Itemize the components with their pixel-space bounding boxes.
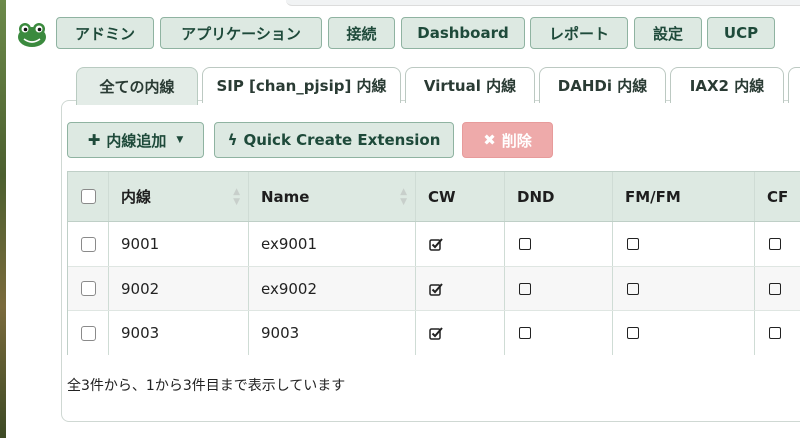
table-header-row: 内線 ▲ ▼ Name ▲ ▼ CW DND FM/FM CF xyxy=(68,172,800,222)
name-cell: 9003 xyxy=(249,311,416,355)
dnd-cell xyxy=(505,311,613,355)
tab-dahdi-extensions[interactable]: DAHDi 内線 xyxy=(539,67,666,103)
tab-virtual-extensions[interactable]: Virtual 内線 xyxy=(405,67,535,103)
nav-applications[interactable]: アプリケーション xyxy=(160,17,322,49)
empty-square-icon xyxy=(519,327,531,339)
empty-square-icon xyxy=(519,282,531,295)
name-cell: ex9002 xyxy=(249,267,416,310)
cw-cell xyxy=(416,222,505,266)
sort-icon: ▲ ▼ xyxy=(233,186,240,207)
frog-logo-icon[interactable] xyxy=(16,20,48,48)
header-extension[interactable]: 内線 ▲ ▼ xyxy=(109,172,249,221)
dnd-cell xyxy=(505,267,613,310)
cf-cell xyxy=(755,311,800,355)
fmfm-cell xyxy=(613,267,755,310)
extensions-table: 内線 ▲ ▼ Name ▲ ▼ CW DND FM/FM CF 9001 ex900… xyxy=(67,171,800,355)
table-info-text: 全3件から、1から3件目まで表示しています xyxy=(67,378,346,394)
add-extension-button[interactable]: ✚ 内線追加 ▼ xyxy=(67,122,204,158)
cw-cell xyxy=(416,267,505,310)
header-dnd[interactable]: DND xyxy=(505,172,613,221)
checked-square-icon xyxy=(429,327,443,340)
checked-square-icon xyxy=(429,282,443,296)
empty-square-icon xyxy=(769,282,781,295)
caret-down-icon: ▼ xyxy=(176,135,184,145)
table-row: 9001 ex9001 xyxy=(68,222,800,267)
checked-square-icon xyxy=(429,238,443,251)
browser-edge xyxy=(286,0,800,6)
nav-settings[interactable]: 設定 xyxy=(634,17,702,49)
fmfm-cell xyxy=(613,222,755,266)
empty-square-icon xyxy=(769,238,781,250)
tab-more[interactable] xyxy=(788,67,800,103)
add-extension-label: 内線追加 xyxy=(106,131,167,150)
header-fmfm-label: FM/FM xyxy=(625,187,681,206)
table-row: 9003 9003 xyxy=(68,311,800,355)
times-icon: ✖ xyxy=(483,131,496,149)
nav-reports[interactable]: レポート xyxy=(530,17,628,49)
nav-dashboard[interactable]: Dashboard xyxy=(401,17,525,49)
row-checkbox[interactable] xyxy=(80,236,96,252)
row-select-cell xyxy=(68,311,109,355)
extension-cell: 9001 xyxy=(109,222,249,266)
nav-connectivity[interactable]: 接続 xyxy=(328,17,395,49)
header-cw-label: CW xyxy=(428,187,456,206)
empty-square-icon xyxy=(627,282,639,295)
header-cw[interactable]: CW xyxy=(416,172,505,221)
select-all-cell xyxy=(68,172,109,221)
nav-admin[interactable]: アドミン xyxy=(56,17,154,49)
empty-square-icon xyxy=(769,327,781,339)
empty-square-icon xyxy=(627,327,639,339)
fmfm-cell xyxy=(613,311,755,355)
row-select-cell xyxy=(68,267,109,310)
row-checkbox[interactable] xyxy=(80,325,96,341)
nav-ucp[interactable]: UCP xyxy=(707,17,775,49)
row-select-cell xyxy=(68,222,109,266)
cf-cell xyxy=(755,222,800,266)
delete-label: 削除 xyxy=(501,131,532,150)
delete-button[interactable]: ✖ 削除 xyxy=(462,122,553,158)
dnd-cell xyxy=(505,222,613,266)
header-cf[interactable]: CF xyxy=(755,172,800,221)
select-all-checkbox[interactable] xyxy=(80,189,96,204)
empty-square-icon xyxy=(519,238,531,250)
table-row: 9002 ex9002 xyxy=(68,267,800,311)
quick-create-extension-button[interactable]: ϟ Quick Create Extension xyxy=(214,122,454,158)
header-cf-label: CF xyxy=(767,187,789,206)
extension-cell: 9003 xyxy=(109,311,249,355)
plus-icon: ✚ xyxy=(87,131,101,149)
header-name[interactable]: Name ▲ ▼ xyxy=(249,172,416,221)
name-cell: ex9001 xyxy=(249,222,416,266)
tab-iax2-extensions[interactable]: IAX2 内線 xyxy=(670,67,784,103)
cw-cell xyxy=(416,311,505,355)
header-name-label: Name xyxy=(261,187,310,206)
header-fmfm[interactable]: FM/FM xyxy=(613,172,755,221)
bolt-icon: ϟ xyxy=(227,131,238,149)
cf-cell xyxy=(755,267,800,310)
header-dnd-label: DND xyxy=(517,187,555,206)
empty-square-icon xyxy=(627,238,639,250)
tab-all-extensions[interactable]: 全ての内線 xyxy=(76,67,198,105)
tab-sip-extensions[interactable]: SIP [chan_pjsip] 内線 xyxy=(202,67,401,103)
header-extension-label: 内線 xyxy=(121,188,152,206)
extension-cell: 9002 xyxy=(109,267,249,310)
row-checkbox[interactable] xyxy=(80,281,96,296)
quick-create-label: Quick Create Extension xyxy=(243,131,441,149)
sort-icon: ▲ ▼ xyxy=(400,186,407,207)
